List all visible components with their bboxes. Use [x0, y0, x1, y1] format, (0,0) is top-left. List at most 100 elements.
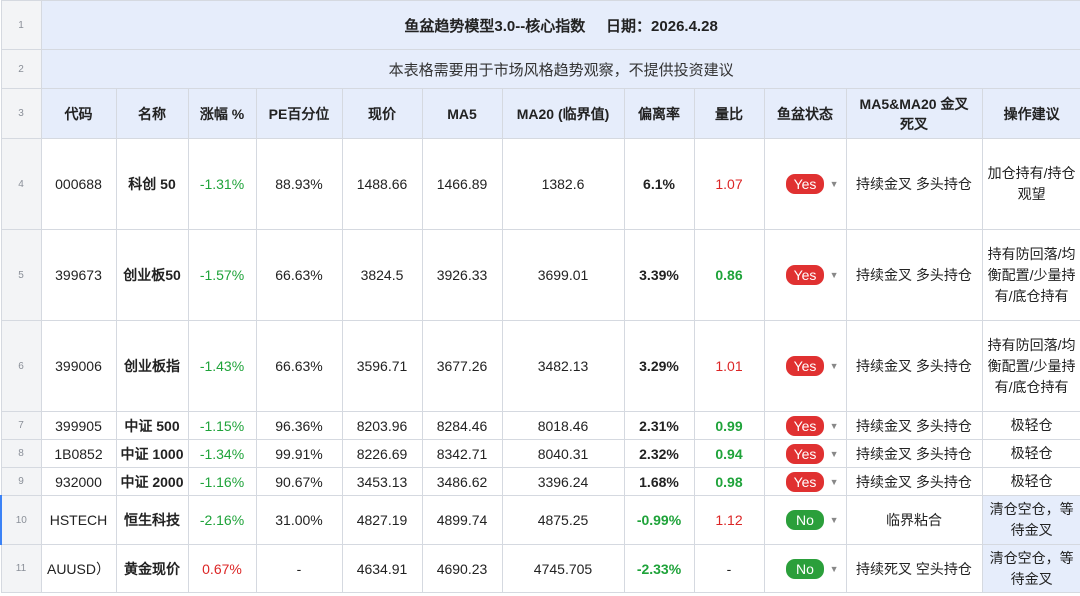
cell-change[interactable]: -2.16%: [187, 495, 257, 545]
cell-price[interactable]: 8226.69: [341, 439, 423, 468]
cell-ma5[interactable]: 1466.89: [421, 138, 503, 230]
cell-code[interactable]: HSTECH: [40, 495, 117, 545]
cell-pe[interactable]: 96.36%: [255, 411, 343, 440]
row-number[interactable]: 2: [0, 49, 42, 89]
cell-advice[interactable]: 极轻仓: [981, 439, 1080, 468]
cell-deviation[interactable]: 3.39%: [623, 229, 695, 321]
cell-status[interactable]: Yes ▼: [763, 467, 847, 496]
cell-price[interactable]: 3596.71: [341, 320, 423, 412]
row-number[interactable]: 1: [0, 0, 42, 50]
header-ma20[interactable]: MA20 (临界值): [501, 88, 625, 139]
row-number[interactable]: 6: [0, 320, 42, 412]
cell-name[interactable]: 黄金现价: [115, 544, 189, 593]
cell-status[interactable]: No ▼: [763, 544, 847, 593]
cell-ma5[interactable]: 3677.26: [421, 320, 503, 412]
header-pe[interactable]: PE百分位: [255, 88, 343, 139]
cell-name[interactable]: 中证 1000: [115, 439, 189, 468]
cell-deviation[interactable]: 6.1%: [623, 138, 695, 230]
cell-change[interactable]: 0.67%: [187, 544, 257, 593]
row-number[interactable]: 3: [0, 88, 42, 139]
cell-deviation[interactable]: -0.99%: [623, 495, 695, 545]
cell-deviation[interactable]: 1.68%: [623, 467, 695, 496]
header-deviation[interactable]: 偏离率: [623, 88, 695, 139]
cell-status[interactable]: Yes ▼: [763, 439, 847, 468]
cell-change[interactable]: -1.34%: [187, 439, 257, 468]
cell-cross[interactable]: 持续金叉 多头持仓: [845, 229, 983, 321]
cell-change[interactable]: -1.31%: [187, 138, 257, 230]
cell-pe[interactable]: 31.00%: [255, 495, 343, 545]
cell-status[interactable]: Yes ▼: [763, 229, 847, 321]
cell-name[interactable]: 创业板指: [115, 320, 189, 412]
cell-advice[interactable]: 加仓持有/持仓观望: [981, 138, 1080, 230]
cell-cross[interactable]: 持续金叉 多头持仓: [845, 439, 983, 468]
cell-code[interactable]: 399673: [40, 229, 117, 321]
cell-status[interactable]: Yes ▼: [763, 320, 847, 412]
header-price[interactable]: 现价: [341, 88, 423, 139]
cell-name[interactable]: 科创 50: [115, 138, 189, 230]
cell-change[interactable]: -1.16%: [187, 467, 257, 496]
sheet-title[interactable]: 鱼盆趋势模型3.0--核心指数 日期：2026.4.28: [40, 0, 1080, 50]
cell-status[interactable]: Yes ▼: [763, 411, 847, 440]
row-number[interactable]: 5: [0, 229, 42, 321]
chevron-down-icon[interactable]: ▼: [830, 361, 839, 371]
cell-pe[interactable]: -: [255, 544, 343, 593]
cell-pe[interactable]: 88.93%: [255, 138, 343, 230]
cell-price[interactable]: 3453.13: [341, 467, 423, 496]
chevron-down-icon[interactable]: ▼: [830, 564, 839, 574]
cell-code[interactable]: 399006: [40, 320, 117, 412]
cell-advice[interactable]: 极轻仓: [981, 411, 1080, 440]
cell-code[interactable]: AUUSD）: [40, 544, 117, 593]
cell-ma5[interactable]: 3926.33: [421, 229, 503, 321]
cell-ma5[interactable]: 3486.62: [421, 467, 503, 496]
cell-volume-ratio[interactable]: 1.01: [693, 320, 765, 412]
cell-cross[interactable]: 持续金叉 多头持仓: [845, 411, 983, 440]
cell-volume-ratio[interactable]: 0.86: [693, 229, 765, 321]
cell-cross[interactable]: 持续金叉 多头持仓: [845, 320, 983, 412]
row-number[interactable]: 4: [0, 138, 42, 230]
cell-price[interactable]: 1488.66: [341, 138, 423, 230]
cell-ma20[interactable]: 4745.705: [501, 544, 625, 593]
cell-name[interactable]: 创业板50: [115, 229, 189, 321]
cell-cross[interactable]: 持续金叉 多头持仓: [845, 138, 983, 230]
cell-deviation[interactable]: 2.31%: [623, 411, 695, 440]
cell-change[interactable]: -1.57%: [187, 229, 257, 321]
cell-code[interactable]: 399905: [40, 411, 117, 440]
cell-deviation[interactable]: 2.32%: [623, 439, 695, 468]
row-number[interactable]: 10: [0, 495, 42, 545]
cell-pe[interactable]: 90.67%: [255, 467, 343, 496]
chevron-down-icon[interactable]: ▼: [830, 477, 839, 487]
cell-status[interactable]: No ▼: [763, 495, 847, 545]
cell-volume-ratio[interactable]: -: [693, 544, 765, 593]
cell-ma20[interactable]: 4875.25: [501, 495, 625, 545]
cell-price[interactable]: 4634.91: [341, 544, 423, 593]
cell-cross[interactable]: 临界粘合: [845, 495, 983, 545]
row-number[interactable]: 11: [0, 544, 42, 593]
header-status[interactable]: 鱼盆状态: [763, 88, 847, 139]
cell-name[interactable]: 中证 2000: [115, 467, 189, 496]
cell-ma5[interactable]: 4899.74: [421, 495, 503, 545]
chevron-down-icon[interactable]: ▼: [830, 515, 839, 525]
cell-status[interactable]: Yes ▼: [763, 138, 847, 230]
cell-ma20[interactable]: 8040.31: [501, 439, 625, 468]
cell-price[interactable]: 4827.19: [341, 495, 423, 545]
cell-advice[interactable]: 极轻仓: [981, 467, 1080, 496]
cell-price[interactable]: 3824.5: [341, 229, 423, 321]
header-code[interactable]: 代码: [40, 88, 117, 139]
cell-cross[interactable]: 持续金叉 多头持仓: [845, 467, 983, 496]
row-number[interactable]: 7: [0, 411, 42, 440]
cell-volume-ratio[interactable]: 0.99: [693, 411, 765, 440]
cell-code[interactable]: 000688: [40, 138, 117, 230]
cell-price[interactable]: 8203.96: [341, 411, 423, 440]
cell-volume-ratio[interactable]: 0.98: [693, 467, 765, 496]
cell-pe[interactable]: 66.63%: [255, 320, 343, 412]
cell-advice[interactable]: 清仓空仓，等待金叉: [981, 495, 1080, 545]
cell-ma20[interactable]: 3396.24: [501, 467, 625, 496]
cell-ma5[interactable]: 8284.46: [421, 411, 503, 440]
header-advice[interactable]: 操作建议: [981, 88, 1080, 139]
row-number[interactable]: 8: [0, 439, 42, 468]
cell-ma20[interactable]: 8018.46: [501, 411, 625, 440]
cell-name[interactable]: 中证 500: [115, 411, 189, 440]
cell-change[interactable]: -1.15%: [187, 411, 257, 440]
cell-advice[interactable]: 清仓空仓，等待金叉: [981, 544, 1080, 593]
cell-cross[interactable]: 持续死叉 空头持仓: [845, 544, 983, 593]
